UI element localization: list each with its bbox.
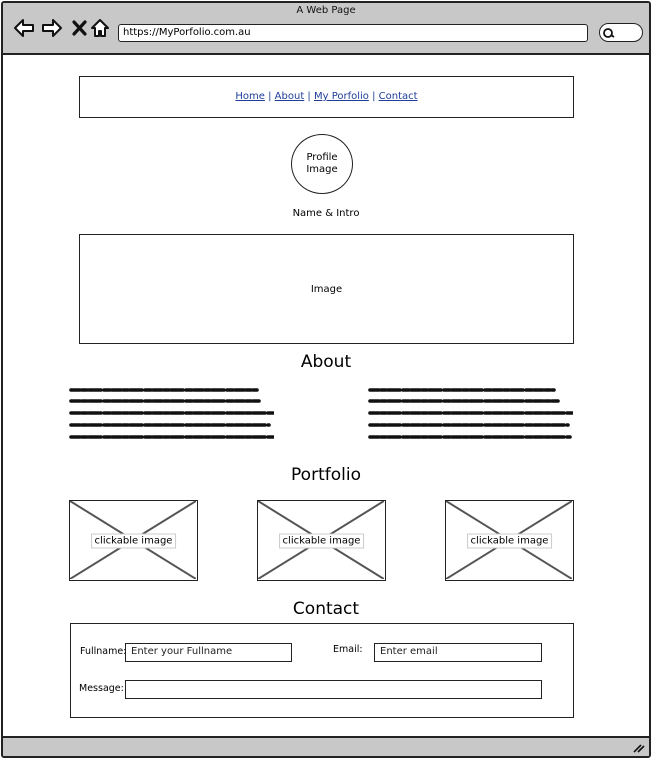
- browser-window: A Web Page https://MyPorfolio.com.au Hom…: [1, 1, 651, 758]
- about-text-scribble-left: [69, 388, 274, 439]
- email-input[interactable]: Enter email: [374, 643, 542, 662]
- profile-image-placeholder: Profile Image: [291, 134, 353, 194]
- resize-grip-icon[interactable]: [633, 743, 645, 753]
- portfolio-item-label: clickable image: [90, 533, 177, 548]
- url-bar[interactable]: https://MyPorfolio.com.au: [118, 24, 588, 42]
- nav-link-home[interactable]: Home: [235, 91, 265, 102]
- nav-link-portfolio[interactable]: My Porfolio: [314, 91, 369, 102]
- nav-separator: |: [368, 91, 379, 102]
- contact-heading: Contact: [292, 599, 360, 619]
- portfolio-item-label: clickable image: [278, 533, 365, 548]
- site-navigation: Home | About | My Porfolio | Contact: [79, 76, 574, 118]
- portfolio-heading: Portfolio: [291, 465, 361, 485]
- fullname-input[interactable]: Enter your Fullname: [125, 643, 292, 662]
- profile-image-label: Profile Image: [306, 152, 338, 175]
- nav-link-contact[interactable]: Contact: [379, 91, 418, 102]
- hero-image-placeholder: Image: [79, 234, 574, 344]
- close-icon[interactable]: [69, 17, 91, 39]
- portfolio-item-1[interactable]: clickable image: [69, 500, 198, 581]
- contact-form: Fullname: Enter your Fullname Email: Ent…: [70, 623, 574, 718]
- search-icon: [603, 28, 615, 38]
- hero-image-label: Image: [310, 283, 343, 295]
- nav-separator: |: [304, 91, 314, 102]
- about-heading: About: [300, 352, 352, 372]
- portfolio-item-3[interactable]: clickable image: [445, 500, 574, 581]
- name-intro-text: Name & Intro: [292, 208, 360, 219]
- nav-separator: |: [264, 91, 275, 102]
- home-icon[interactable]: [89, 17, 111, 39]
- message-label: Message:: [79, 683, 124, 694]
- about-text-scribble-right: [368, 388, 573, 439]
- nav-link-about[interactable]: About: [275, 91, 305, 102]
- forward-arrow-icon[interactable]: [41, 17, 63, 39]
- browser-search-box[interactable]: [599, 23, 643, 42]
- browser-toolbar: A Web Page https://MyPorfolio.com.au: [3, 3, 649, 55]
- back-arrow-icon[interactable]: [13, 17, 35, 39]
- browser-status-bar: [3, 736, 649, 756]
- email-label: Email:: [333, 644, 363, 655]
- fullname-label: Fullname:: [80, 646, 127, 657]
- message-input[interactable]: [125, 680, 542, 699]
- portfolio-item-2[interactable]: clickable image: [257, 500, 386, 581]
- portfolio-item-label: clickable image: [466, 533, 553, 548]
- window-title: A Web Page: [296, 5, 356, 16]
